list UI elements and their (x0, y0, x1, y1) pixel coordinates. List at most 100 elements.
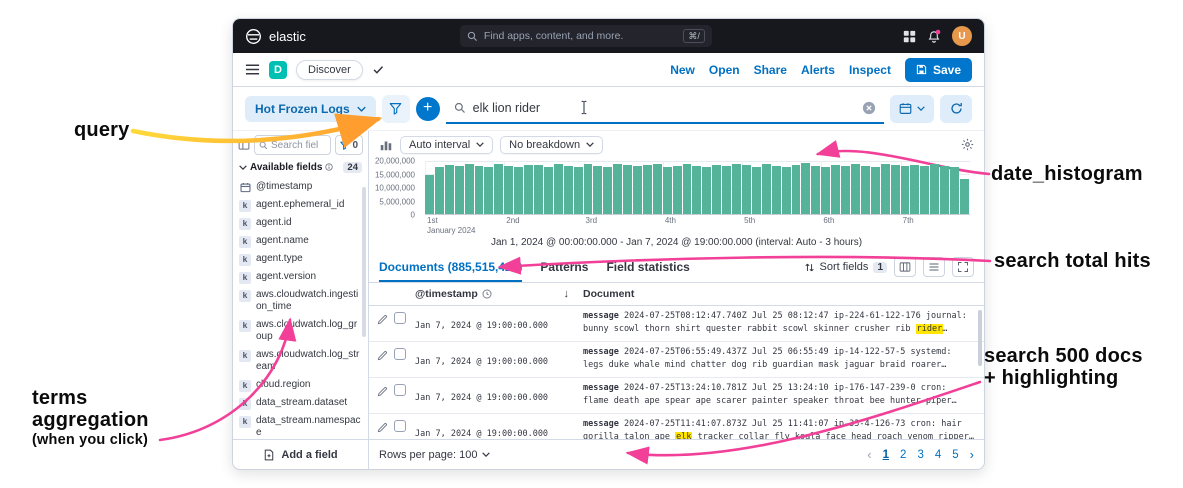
histogram-bar[interactable] (742, 165, 751, 214)
histogram-bar[interactable] (603, 167, 613, 214)
histogram-bar[interactable] (464, 164, 474, 214)
histogram-bar[interactable] (930, 164, 940, 214)
table-scrollbar[interactable] (978, 310, 982, 366)
row-checkbox[interactable] (394, 384, 406, 396)
row-checkbox[interactable] (394, 312, 406, 324)
histogram-bar[interactable] (781, 166, 791, 214)
histogram-bar[interactable] (860, 165, 870, 214)
toolbar-link-inspect[interactable]: Inspect (849, 63, 891, 77)
histogram-bar[interactable] (870, 166, 880, 214)
field-item[interactable]: @timestamp (239, 178, 362, 196)
histogram-bar[interactable] (702, 166, 712, 214)
histogram-bar[interactable] (791, 164, 801, 214)
histogram-bar[interactable] (642, 164, 652, 214)
interval-select[interactable]: Auto interval (400, 135, 494, 154)
field-item[interactable]: k aws.cloudwatch.ingestion_time (239, 286, 362, 316)
toolbar-link-alerts[interactable]: Alerts (801, 63, 835, 77)
space-badge[interactable]: D (269, 60, 287, 79)
histogram-bar[interactable] (732, 164, 741, 214)
histogram-bar[interactable] (890, 165, 900, 214)
histogram-bar[interactable] (425, 175, 434, 214)
histogram-bar[interactable] (652, 164, 662, 214)
data-view-picker[interactable]: Hot Frozen Logs (245, 95, 376, 122)
row-checkbox[interactable] (394, 420, 406, 432)
histogram-bar[interactable] (494, 163, 504, 214)
histogram-bar[interactable] (751, 167, 761, 214)
fullscreen-button[interactable] (952, 257, 974, 277)
collapse-sidebar-icon[interactable] (238, 139, 250, 151)
tab-documents[interactable]: Documents (885,515,429) (379, 252, 522, 282)
sidebar-scrollbar[interactable] (362, 187, 366, 337)
tab-field[interactable]: Field statistics (606, 252, 689, 282)
field-filter-button[interactable]: 0 (335, 135, 363, 155)
histogram-bar[interactable] (959, 178, 969, 214)
page-number-4[interactable]: 4 (935, 449, 941, 461)
field-search-input[interactable]: Search fiel (254, 135, 332, 155)
page-number-2[interactable]: 2 (900, 449, 906, 461)
histogram-bar[interactable] (940, 165, 950, 214)
edit-row-icon[interactable] (377, 420, 388, 438)
edit-row-icon[interactable] (377, 348, 388, 366)
histogram-bar[interactable] (850, 164, 860, 214)
clear-query-icon[interactable] (862, 101, 876, 115)
chart-settings-gear-icon[interactable] (961, 138, 974, 151)
apps-grid-icon[interactable] (903, 30, 916, 43)
histogram-bar[interactable] (434, 166, 444, 214)
histogram-bar[interactable] (771, 166, 781, 214)
histogram-bar[interactable] (543, 166, 553, 214)
date-picker-button[interactable] (890, 94, 934, 123)
user-avatar[interactable]: U (952, 26, 972, 46)
sort-direction-arrow[interactable]: ↓ (564, 288, 570, 300)
histogram-bar[interactable] (454, 166, 464, 214)
row-density-button[interactable] (923, 257, 945, 277)
histogram-bar[interactable] (900, 166, 910, 214)
toolbar-link-new[interactable]: New (670, 63, 695, 77)
edit-row-icon[interactable] (377, 312, 388, 330)
row-checkbox[interactable] (394, 348, 406, 360)
histogram-bar[interactable] (662, 166, 672, 214)
page-number-1[interactable]: 1 (883, 449, 889, 461)
columns-toggle-button[interactable] (894, 257, 916, 277)
menu-hamburger-icon[interactable] (245, 62, 260, 77)
histogram-bar[interactable] (524, 164, 533, 214)
histogram-bar[interactable] (692, 166, 702, 214)
elastic-brand[interactable]: elastic (245, 28, 306, 45)
histogram-bar[interactable] (761, 163, 771, 214)
histogram-bar[interactable] (920, 165, 930, 214)
histogram-bar[interactable] (573, 166, 583, 214)
histogram-bar[interactable] (910, 164, 920, 214)
histogram-bar[interactable] (583, 164, 593, 214)
histogram-bar[interactable] (841, 166, 850, 214)
histogram-bar[interactable] (613, 163, 623, 214)
histogram-bar[interactable] (682, 163, 692, 214)
histogram-bar[interactable] (712, 164, 722, 214)
field-item[interactable]: k agent.name (239, 232, 362, 250)
histogram-bar[interactable] (553, 163, 563, 214)
histogram-bar[interactable] (474, 165, 484, 214)
histogram-bar[interactable] (950, 167, 959, 214)
histogram-bar[interactable] (801, 163, 811, 214)
field-item[interactable]: k aws.cloudwatch.log_stream (239, 346, 362, 376)
histogram-bar[interactable] (623, 165, 633, 214)
previous-page-button[interactable]: ‹ (867, 447, 871, 462)
histogram-bar[interactable] (880, 163, 890, 214)
edit-row-icon[interactable] (377, 384, 388, 402)
histogram-bar[interactable] (672, 165, 682, 214)
rows-per-page-select[interactable]: Rows per page: 100 (379, 449, 491, 461)
histogram-bar[interactable] (831, 164, 841, 214)
histogram-bar[interactable] (821, 166, 831, 214)
page-number-5[interactable]: 5 (952, 449, 958, 461)
breakdown-select[interactable]: No breakdown (500, 135, 604, 154)
field-item[interactable]: k data_stream.dataset (239, 394, 362, 412)
field-item[interactable]: k aws.cloudwatch.log_group (239, 316, 362, 346)
sort-fields-button[interactable]: Sort fields 1 (804, 261, 887, 273)
field-item[interactable]: k agent.version (239, 268, 362, 286)
refresh-button[interactable] (940, 94, 972, 123)
histogram-bar[interactable] (444, 164, 454, 214)
field-item[interactable]: k cloud.region (239, 376, 362, 394)
field-item[interactable]: k data_stream.namespace (239, 412, 362, 439)
histogram-bar[interactable] (593, 166, 603, 214)
field-item[interactable]: k agent.ephemeral_id (239, 196, 362, 214)
toolbar-link-open[interactable]: Open (709, 63, 740, 77)
tab-patterns[interactable]: Patterns (540, 252, 588, 282)
